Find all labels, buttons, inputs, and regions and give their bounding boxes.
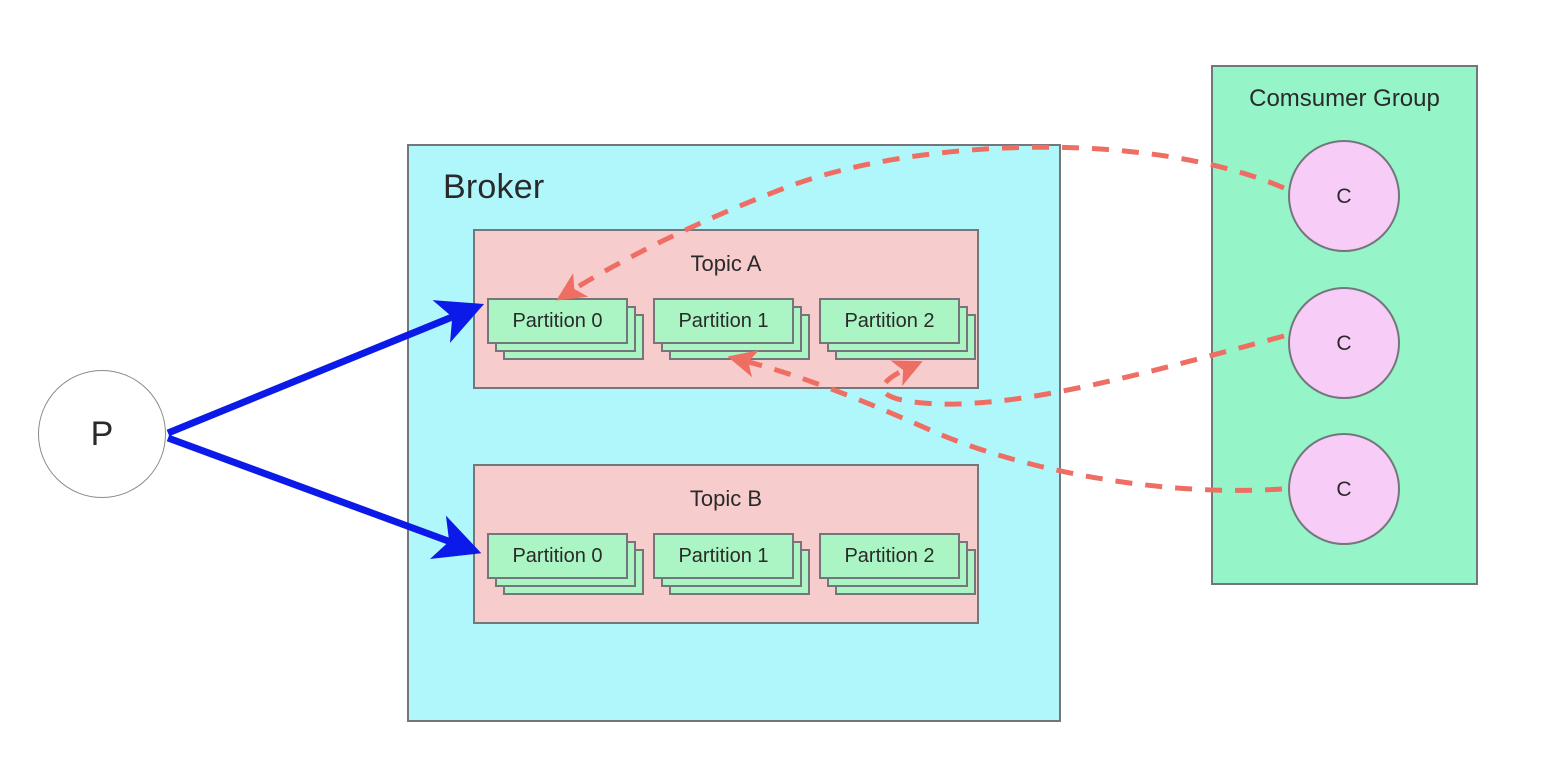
consume-edge-c0-to-partition-0 [556, 144, 1285, 301]
consume-edge-c2-to-partition-1 [727, 350, 1283, 493]
produce-edge-topic-b [166, 434, 482, 559]
diagram-canvas: Broker Topic A Partition 0 Partition 1 P… [0, 0, 1560, 780]
edges-layer [166, 144, 1285, 559]
produce-edge-topic-a [166, 300, 485, 437]
consume-edge-c1-to-partition-2 [880, 333, 1285, 407]
